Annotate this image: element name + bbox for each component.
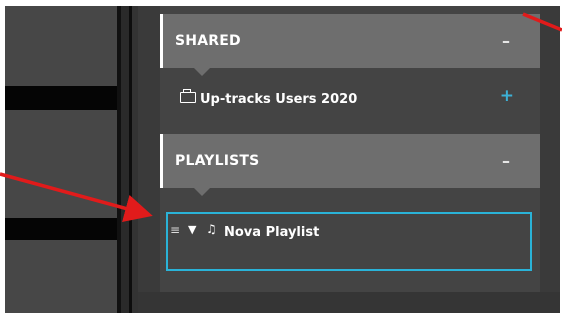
library-panel: SHARED – Up-tracks Users 2020 + PLAYLIST… (138, 6, 560, 313)
shared-collapse-button[interactable]: – (502, 32, 510, 51)
drag-handle-icon[interactable]: ≡ (170, 223, 180, 237)
header-notch (194, 188, 210, 196)
playlists-collapse-button[interactable]: – (502, 152, 510, 171)
header-accent (160, 134, 163, 188)
shared-section-header[interactable]: SHARED – (160, 14, 540, 76)
add-button[interactable]: + (500, 86, 514, 106)
playlists-section-title: PLAYLISTS (175, 153, 260, 169)
playlists-section-header[interactable]: PLAYLISTS – (160, 134, 540, 196)
shared-folder-icon (180, 89, 196, 103)
app-window: SHARED – Up-tracks Users 2020 + PLAYLIST… (5, 6, 560, 313)
expand-triangle-icon[interactable]: ▼ (188, 223, 196, 236)
header-accent (160, 14, 163, 68)
playlist-item[interactable]: ≡ ▼ ♫ Nova Playlist (166, 212, 532, 271)
shared-item-label: Up-tracks Users 2020 (200, 92, 358, 107)
pane-divider (121, 6, 129, 313)
playlist-item-label[interactable]: Nova Playlist (224, 225, 319, 240)
music-note-icon: ♫ (206, 222, 217, 236)
shared-item[interactable]: Up-tracks Users 2020 + (160, 68, 540, 134)
left-pane-bar (5, 218, 117, 240)
panel-footer (138, 292, 560, 313)
left-pane-bar (5, 86, 117, 110)
library-panel-content: SHARED – Up-tracks Users 2020 + PLAYLIST… (160, 6, 540, 292)
left-pane (5, 6, 117, 313)
shared-section-title: SHARED (175, 33, 241, 49)
